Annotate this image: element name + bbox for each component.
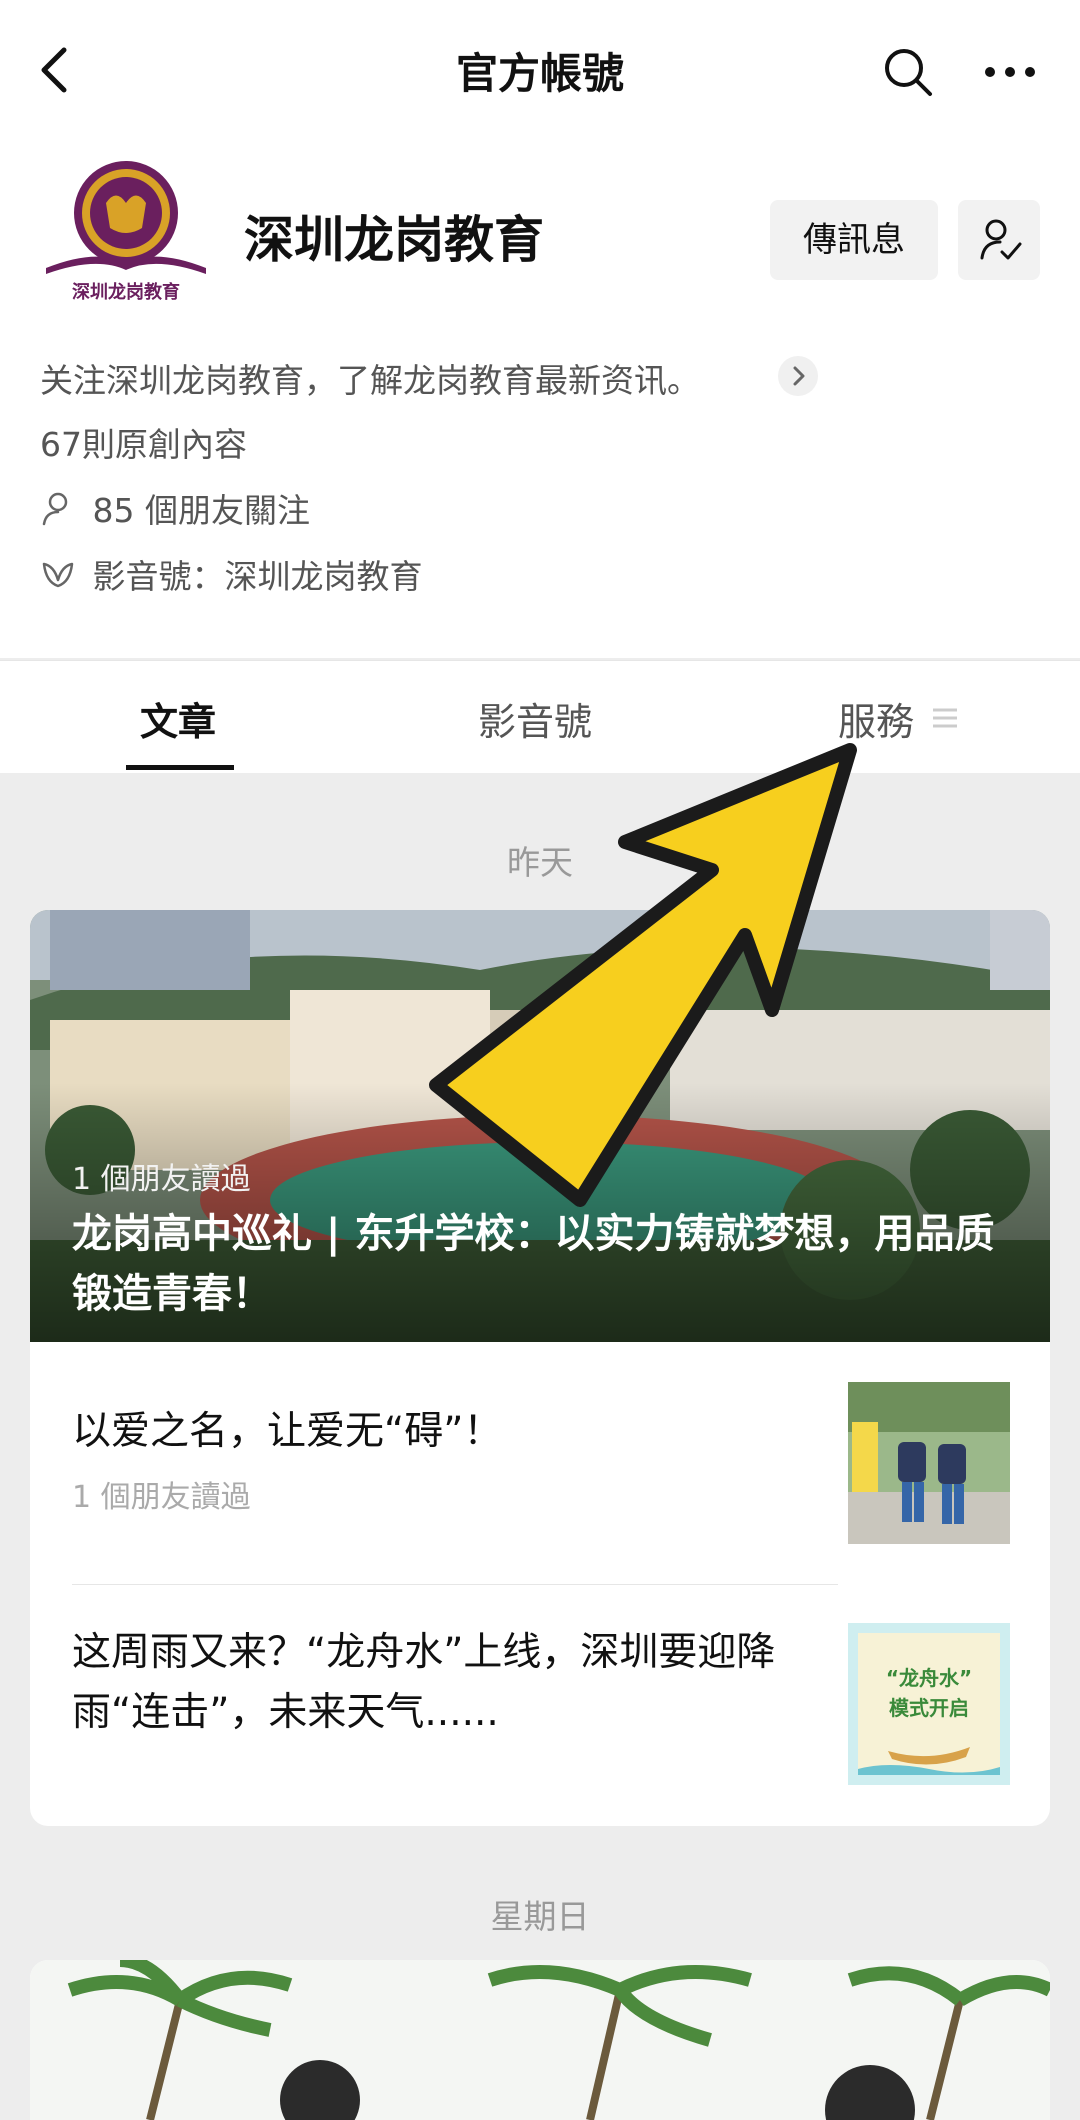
channels-butterfly-icon <box>42 562 74 588</box>
featured-article[interactable]: 1 個朋友讀過 龙岗高中巡礼 | 东升学校：以实力铸就梦想，用品质锻造青春！ <box>30 910 1050 1342</box>
friends-following[interactable]: 85 個朋友關注 <box>40 484 310 532</box>
active-tab-indicator <box>126 765 234 770</box>
account-profile: 深圳龙岗教育 深圳龙岗教育 傳訊息 关注深圳龙岗教育，了解龙岗教育最新资讯。 6… <box>0 140 1080 658</box>
friends-following-label: 85 個朋友關注 <box>92 491 310 530</box>
article-item[interactable]: 这周雨又来？“龙舟水”上线，深圳要迎降雨“连击”，未来天气...... “龙舟水… <box>30 1585 1050 1826</box>
article-thumbnail: “龙舟水” 模式开启 <box>848 1623 1010 1785</box>
send-message-button[interactable]: 傳訊息 <box>770 200 938 280</box>
user-icon <box>42 492 68 526</box>
description-expand-button[interactable] <box>778 356 818 396</box>
chevron-right-icon <box>793 366 805 386</box>
article-title: 以爱之名，让爱无“碍”！ <box>72 1409 503 1454</box>
svg-text:深圳龙岗教育: 深圳龙岗教育 <box>72 281 180 302</box>
article-group-card: 1 個朋友讀過 龙岗高中巡礼 | 东升学校：以实力铸就梦想，用品质锻造青春！ 以… <box>30 910 1050 1826</box>
date-separator: 星期日 <box>490 1897 590 1936</box>
account-description: 关注深圳龙岗教育，了解龙岗教育最新资讯。 <box>40 361 700 400</box>
article-readers-count: 1 個朋友讀過 <box>72 1480 251 1515</box>
user-check-icon <box>980 219 1022 260</box>
palm-trees-image <box>30 1960 1050 2120</box>
article-thumbnail <box>848 1382 1010 1544</box>
original-content-count[interactable]: 67則原創內容 <box>40 418 247 466</box>
more-button[interactable] <box>982 44 1038 100</box>
tab-services[interactable]: 服務 <box>838 691 914 746</box>
hero-readers-count: 1 個朋友讀過 <box>72 1162 251 1197</box>
account-logo: 深圳龙岗教育 <box>36 158 216 308</box>
channels-link[interactable]: 影音號：深圳龙岗教育 <box>40 550 423 598</box>
more-horizontal-icon <box>985 67 1035 77</box>
dragon-boat-weather-image: “龙舟水” 模式开启 <box>848 1623 1010 1785</box>
students-walking-image <box>848 1382 1010 1544</box>
article-group-card[interactable] <box>30 1960 1050 2120</box>
menu-lines-icon <box>933 708 957 728</box>
account-name: 深圳龙岗教育 <box>244 211 544 269</box>
search-button[interactable] <box>880 44 936 100</box>
follow-button[interactable] <box>958 200 1040 280</box>
svg-text:“龙舟水”: “龙舟水” <box>886 1666 972 1690</box>
article-title: 这周雨又来？“龙舟水”上线，深圳要迎降雨“连击”，未来天气...... <box>72 1630 776 1735</box>
channels-label: 影音號：深圳龙岗教育 <box>92 557 423 596</box>
date-separator: 昨天 <box>507 843 573 882</box>
search-icon <box>885 49 932 96</box>
svg-text:模式开启: 模式开启 <box>889 1696 969 1720</box>
top-navigation-bar: 官方帳號 <box>0 0 1080 140</box>
original-count-label: 67則原創內容 <box>40 425 247 464</box>
tab-channels[interactable]: 影音號 <box>478 691 592 746</box>
article-item[interactable]: 以爱之名，让爱无“碍”！ 1 個朋友讀過 <box>30 1342 1050 1584</box>
hero-article-title: 龙岗高中巡礼 | 东升学校：以实力铸就梦想，用品质锻造青春！ <box>72 1211 995 1317</box>
tab-articles[interactable]: 文章 <box>140 691 216 746</box>
content-tabs: 文章 影音號 服務 <box>0 660 1080 773</box>
